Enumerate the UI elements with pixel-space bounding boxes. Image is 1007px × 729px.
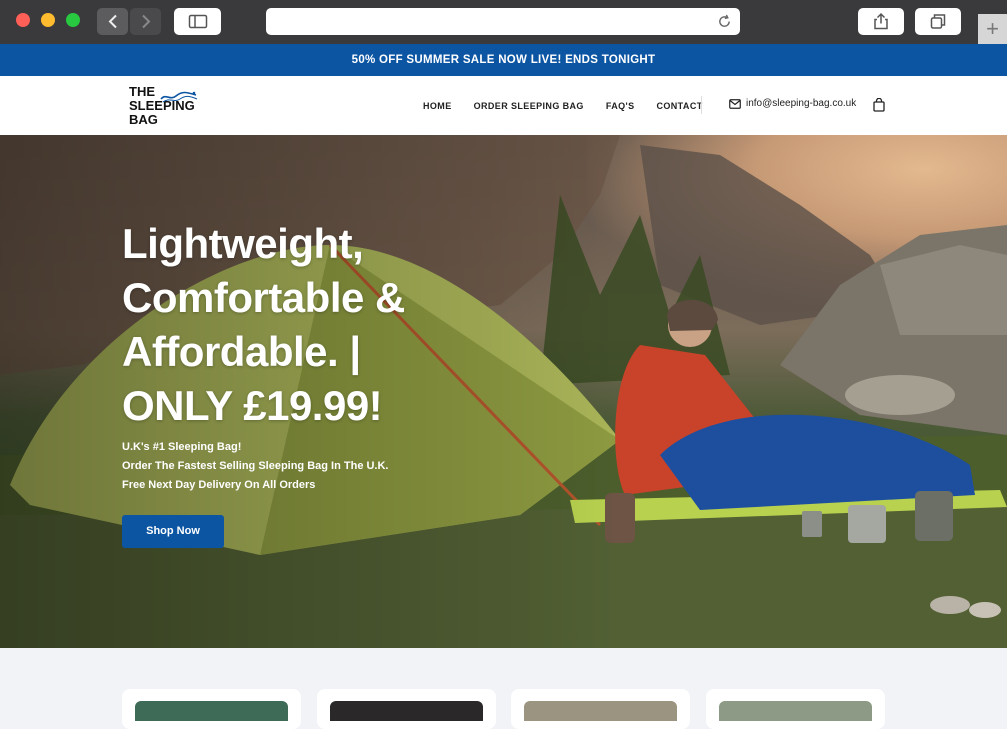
tab-overview-button[interactable] (915, 8, 961, 35)
product-card-image (135, 701, 288, 721)
hero-line-2: Order The Fastest Selling Sleeping Bag I… (122, 460, 389, 472)
wave-logo-icon (160, 91, 198, 103)
header-email-link[interactable]: info@sleeping-bag.co.uk (729, 98, 856, 109)
minimize-window-button[interactable] (41, 13, 55, 27)
nav-divider (701, 96, 702, 114)
site-logo[interactable]: THE SLEEPING BAG (129, 85, 209, 129)
nav-faqs[interactable]: FAQ'S (606, 101, 635, 111)
product-card-image (524, 701, 677, 721)
new-tab-button[interactable]: + (978, 14, 1007, 44)
hero-subtext: U.K's #1 Sleeping Bag! Order The Fastest… (122, 438, 389, 495)
mail-icon (729, 98, 741, 109)
main-nav: HOME ORDER SLEEPING BAG FAQ'S CONTACT (423, 76, 725, 135)
hero-title: Lightweight, Comfortable & Affordable. |… (122, 220, 405, 429)
hero-line-3: Free Next Day Delivery On All Orders (122, 479, 316, 491)
product-card[interactable] (706, 689, 885, 729)
share-button[interactable] (858, 8, 904, 35)
reload-icon[interactable] (717, 14, 732, 29)
forward-button[interactable] (130, 8, 161, 35)
address-bar[interactable] (266, 8, 740, 35)
browser-toolbar: + (0, 0, 1007, 44)
product-cards-section (0, 648, 1007, 729)
product-card[interactable] (511, 689, 690, 729)
hero-line-1: U.K's #1 Sleeping Bag! (122, 441, 242, 453)
chevron-right-icon (141, 14, 150, 29)
share-icon (874, 12, 888, 30)
plus-icon: + (986, 16, 999, 41)
zoom-window-button[interactable] (66, 13, 80, 27)
shop-now-button[interactable]: Shop Now (122, 515, 224, 548)
chevron-left-icon (108, 14, 117, 29)
product-card-image (330, 701, 483, 721)
close-window-button[interactable] (16, 13, 30, 27)
product-card[interactable] (317, 689, 496, 729)
nav-order-sleeping-bag[interactable]: ORDER SLEEPING BAG (474, 101, 584, 111)
cart-button[interactable] (873, 97, 885, 117)
sidebar-icon (188, 14, 207, 29)
hero-section: Lightweight, Comfortable & Affordable. |… (0, 135, 1007, 648)
product-card[interactable] (122, 689, 301, 729)
email-address: info@sleeping-bag.co.uk (746, 98, 857, 109)
site-header: THE SLEEPING BAG HOME ORDER SLEEPING BAG… (0, 76, 1007, 135)
shopping-bag-icon (873, 97, 885, 112)
sidebar-toggle-button[interactable] (174, 8, 221, 35)
back-button[interactable] (97, 8, 128, 35)
product-card-image (719, 701, 872, 721)
nav-contact[interactable]: CONTACT (656, 101, 702, 111)
tabs-icon (930, 14, 946, 29)
announcement-bar: 50% OFF SUMMER SALE NOW LIVE! ENDS TONIG… (0, 44, 1007, 76)
nav-home[interactable]: HOME (423, 101, 452, 111)
